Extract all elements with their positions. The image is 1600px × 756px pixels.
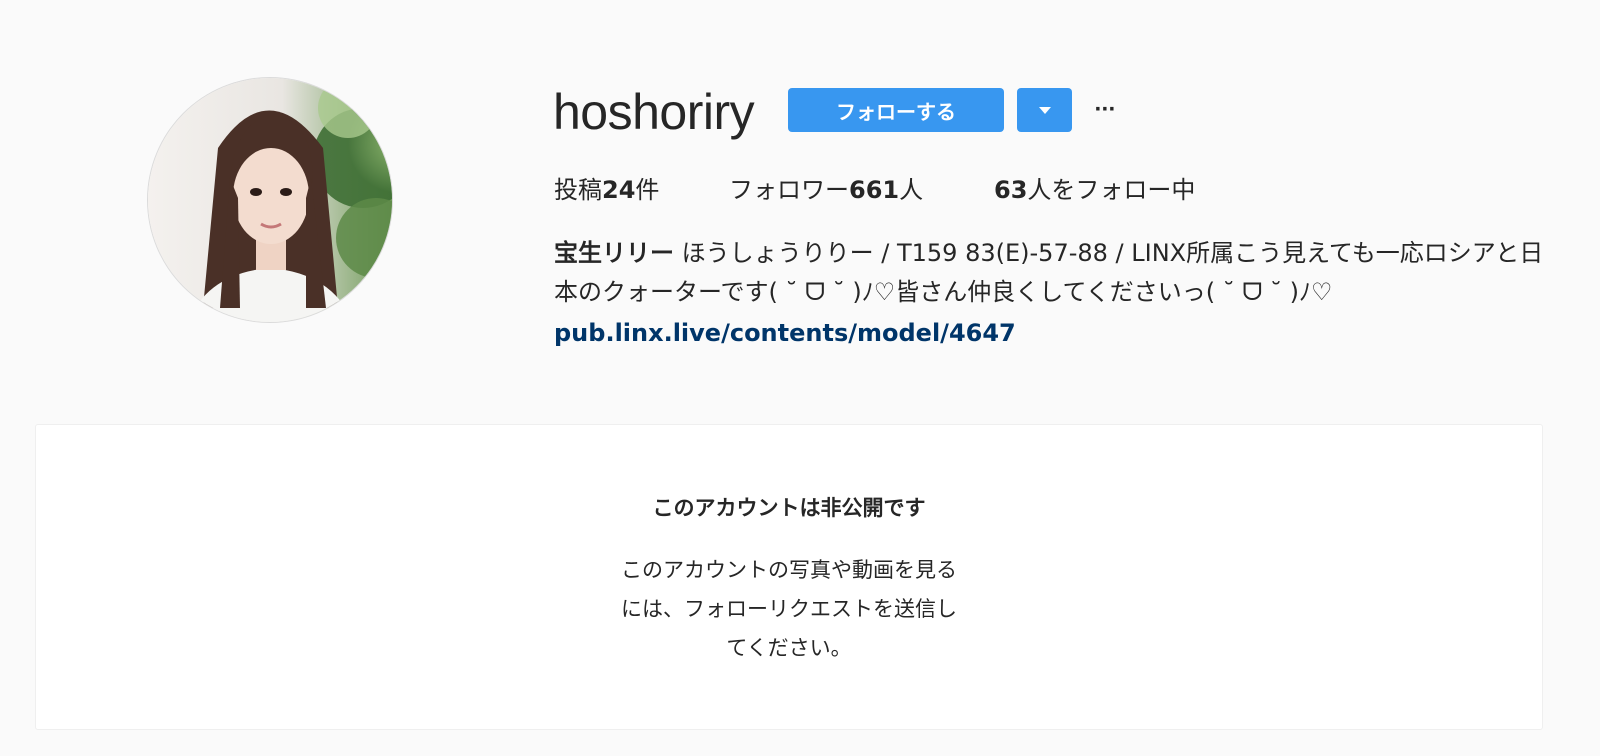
posts-count: 投稿24件 (554, 170, 659, 210)
bio-website-link[interactable]: pub.linx.live/contents/model/4647 (554, 314, 1016, 353)
posts-number: 24 (602, 176, 636, 204)
following-number: 63 (994, 176, 1028, 204)
posts-prefix: 投稿 (554, 176, 602, 204)
follow-button[interactable]: フォローする (788, 88, 1004, 132)
followers-count[interactable]: フォロワー661人 (729, 170, 923, 210)
private-notice-line: てください。 (726, 636, 852, 660)
avatar[interactable] (148, 78, 392, 322)
followers-prefix: フォロワー (729, 176, 849, 204)
followers-suffix: 人 (899, 176, 924, 204)
profile-full-name: 宝生リリー (554, 239, 674, 267)
profile-username: hoshoriry (553, 84, 755, 140)
more-options-button[interactable]: ··· (1090, 90, 1120, 130)
bio-text: ほうしょうりりー / T159 83(E)-57-88 / LINX所属こう見え… (554, 239, 1544, 306)
profile-page: hoshoriry フォローする ··· 投稿24件 フォロワー661人 63人… (0, 0, 1600, 756)
follow-options-dropdown-button[interactable] (1017, 88, 1072, 132)
private-notice-title: このアカウントは非公開です (652, 496, 926, 520)
posts-suffix: 件 (635, 176, 660, 204)
private-notice-line: には、フォローリクエストを送信し (621, 597, 957, 621)
profile-bio: 宝生リリー ほうしょうりりー / T159 83(E)-57-88 / LINX… (554, 234, 1549, 312)
private-notice-body: このアカウントの写真や動画を見る には、フォローリクエストを送信し てください。 (36, 551, 1542, 668)
following-suffix: 人をフォロー中 (1027, 176, 1196, 204)
avatar-image (148, 78, 392, 322)
following-count[interactable]: 63人をフォロー中 (994, 170, 1195, 210)
caret-down-icon (1038, 106, 1051, 114)
private-notice-line: このアカウントの写真や動画を見る (621, 558, 957, 582)
private-account-notice: このアカウントは非公開です このアカウントの写真や動画を見る には、フォローリク… (35, 424, 1543, 730)
followers-number: 661 (849, 176, 900, 204)
